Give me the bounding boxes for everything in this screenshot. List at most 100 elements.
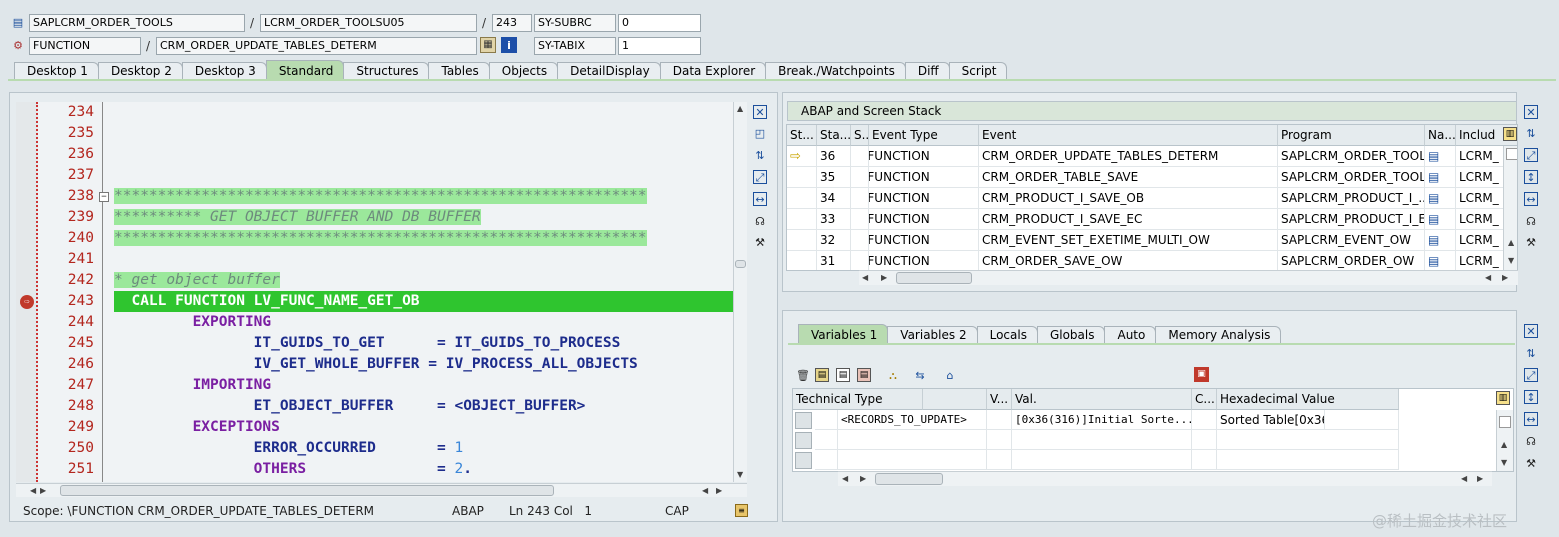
services-icon[interactable]: ⚒ bbox=[1524, 456, 1538, 470]
navigate-icon[interactable]: ▤ bbox=[1428, 170, 1439, 184]
stack-vscrollbar[interactable]: ▲ ▼ bbox=[1503, 146, 1517, 270]
tab-desktop-3[interactable]: Desktop 3 bbox=[181, 62, 267, 80]
event-name[interactable]: CRM_ORDER_UPDATE_TABLES_DETERM bbox=[979, 146, 1278, 167]
scroll-box[interactable] bbox=[1499, 416, 1511, 428]
scroll-right-icon[interactable]: ▶ bbox=[881, 273, 887, 282]
transfer-icon[interactable]: ⇆ bbox=[912, 368, 928, 382]
variables-vscrollbar[interactable]: ▲ ▼ bbox=[1496, 410, 1513, 471]
scroll-right-icon[interactable]: ▶ bbox=[860, 474, 866, 483]
code-line[interactable]: ********** GET OBJECT BUFFER AND DB BUFF… bbox=[114, 207, 481, 228]
swap-tool-icon[interactable]: ⇅ bbox=[753, 148, 767, 162]
scroll-left-icon[interactable]: ◀ bbox=[1461, 474, 1467, 483]
scroll-right-icon[interactable]: ▶ bbox=[1502, 273, 1508, 282]
program-name[interactable]: SAPLCRM_ORDER_OW bbox=[1278, 251, 1425, 270]
navigate-icon[interactable]: ▤ bbox=[1428, 191, 1439, 205]
hscroll-thumb[interactable] bbox=[875, 473, 943, 485]
hierarchy-icon[interactable]: ⛬ bbox=[885, 368, 901, 382]
var-tab-variables-1[interactable]: Variables 1 bbox=[798, 324, 889, 344]
code-line[interactable]: ERROR_OCCURRED = 1 bbox=[114, 438, 464, 459]
scroll-right-icon[interactable]: ▶ bbox=[1477, 474, 1483, 483]
var-col-header[interactable]: Hexadecimal Value bbox=[1217, 389, 1399, 410]
program-name[interactable]: SAPLCRM_ORDER_TOOLS bbox=[1278, 167, 1425, 188]
tab-diff[interactable]: Diff bbox=[904, 62, 950, 80]
source-vscrollbar[interactable]: ▲ ▼ bbox=[733, 102, 747, 482]
program-name[interactable]: SAPLCRM_EVENT_OW bbox=[1278, 230, 1425, 251]
select-all-icon[interactable]: ▤ bbox=[815, 368, 829, 382]
event-name[interactable]: CRM_PRODUCT_I_SAVE_OB bbox=[979, 188, 1278, 209]
scroll-left-icon[interactable]: ◀ bbox=[30, 486, 36, 495]
scroll-up-icon[interactable]: ▲ bbox=[1508, 238, 1514, 247]
event-name[interactable]: CRM_ORDER_TABLE_SAVE bbox=[979, 167, 1278, 188]
var-tab-globals[interactable]: Globals bbox=[1036, 326, 1106, 344]
tab-desktop-2[interactable]: Desktop 2 bbox=[97, 62, 183, 80]
scroll-down-icon[interactable]: ▼ bbox=[1508, 256, 1514, 265]
variables-hscrollbar[interactable]: ◀ ▶ ◀ ▶ bbox=[838, 471, 1492, 486]
stack-col-header[interactable]: S... bbox=[851, 125, 869, 146]
hscroll-thumb[interactable] bbox=[60, 485, 554, 496]
var-tab-memory-analysis[interactable]: Memory Analysis bbox=[1155, 326, 1282, 344]
code-line[interactable]: IT_GUIDS_TO_GET = IT_GUIDS_TO_PROCESS bbox=[114, 333, 621, 354]
variable-name[interactable]: <RECORDS_TO_UPDATE> bbox=[838, 410, 987, 430]
code-line[interactable]: EXPORTING bbox=[114, 312, 272, 333]
tab-tables[interactable]: Tables bbox=[428, 62, 490, 80]
code-line[interactable]: CALL FUNCTION LV_FUNC_NAME_GET_OB bbox=[114, 291, 733, 312]
tab-structures[interactable]: Structures bbox=[343, 62, 430, 80]
navigate-icon[interactable]: ▤ bbox=[1428, 254, 1439, 268]
tab-objects[interactable]: Objects bbox=[488, 62, 559, 80]
breakpoint-gutter[interactable] bbox=[16, 102, 38, 482]
scroll-box[interactable] bbox=[1506, 148, 1517, 160]
tab-script[interactable]: Script bbox=[948, 62, 1008, 80]
source-hscrollbar[interactable]: ◀ ▶ ◀ ▶ bbox=[16, 483, 747, 497]
scroll-left-icon[interactable]: ◀ bbox=[1485, 273, 1491, 282]
maximize-icon[interactable]: ⤢ bbox=[753, 170, 767, 184]
maximize-icon[interactable]: ⤢ bbox=[1524, 148, 1538, 162]
source-editor[interactable]: 234 235 236 237 238 *************************… bbox=[16, 102, 733, 482]
stack-col-header[interactable]: Na... bbox=[1425, 125, 1456, 146]
event-name[interactable]: CRM_EVENT_SET_EXETIME_MULTI_OW bbox=[979, 230, 1278, 251]
expand-width-icon[interactable]: ↔ bbox=[1524, 412, 1538, 426]
stack-col-header[interactable]: Event Type bbox=[869, 125, 979, 146]
breakpoint-icon[interactable]: ⇨ bbox=[20, 295, 34, 309]
services-icon[interactable]: ⚒ bbox=[753, 235, 767, 249]
var-col-header[interactable]: C... bbox=[1192, 389, 1217, 410]
stack-col-header[interactable]: Program bbox=[1278, 125, 1425, 146]
tab-desktop-1[interactable]: Desktop 1 bbox=[14, 62, 99, 80]
scroll-left-icon[interactable]: ◀ bbox=[842, 474, 848, 483]
fold-toggle-icon[interactable]: − bbox=[99, 192, 109, 202]
tab-standard[interactable]: Standard bbox=[265, 60, 345, 80]
sysvar-value-field-2[interactable]: 1 bbox=[618, 37, 701, 55]
scroll-left-icon[interactable]: ◀ bbox=[702, 486, 708, 495]
headset-icon[interactable]: ☊ bbox=[1524, 214, 1538, 228]
scroll-right-icon[interactable]: ▶ bbox=[716, 486, 722, 495]
code-line[interactable]: ****************************************… bbox=[114, 228, 647, 249]
tab-break-watchpoints[interactable]: Break./Watchpoints bbox=[765, 62, 906, 80]
expand-height-icon[interactable]: ↕ bbox=[1524, 170, 1538, 184]
tab-data-explorer[interactable]: Data Explorer bbox=[659, 62, 767, 80]
stack-hscrollbar[interactable]: ◀ ▶ ◀ ▶ bbox=[859, 270, 1518, 285]
code-line[interactable]: ****************************************… bbox=[114, 186, 647, 207]
variable-value[interactable]: [0x36(316)]Initial Sorte... bbox=[1012, 410, 1192, 430]
column-layout-icon[interactable]: ▥ bbox=[1503, 127, 1517, 141]
tab-detaildisplay[interactable]: DetailDisplay bbox=[557, 62, 661, 80]
var-col-header[interactable]: Technical Type bbox=[793, 389, 923, 410]
event-name[interactable]: CRM_ORDER_SAVE_OW bbox=[979, 251, 1278, 270]
display-object-icon[interactable]: ▦ bbox=[480, 37, 496, 53]
code-line[interactable]: IV_GET_WHOLE_BUFFER = IV_PROCESS_ALL_OBJ… bbox=[114, 354, 638, 375]
close-icon[interactable]: ✕ bbox=[753, 105, 767, 119]
program-name[interactable]: SAPLCRM_PRODUCT_I_... bbox=[1278, 188, 1425, 209]
var-tab-auto[interactable]: Auto bbox=[1104, 326, 1157, 344]
new-tool-icon[interactable]: ◰ bbox=[753, 126, 767, 140]
var-tab-locals[interactable]: Locals bbox=[976, 326, 1038, 344]
navigate-icon[interactable]: ▤ bbox=[1428, 212, 1439, 226]
scroll-left-icon[interactable]: ◀ bbox=[862, 273, 868, 282]
scroll-right-icon[interactable]: ▶ bbox=[40, 486, 46, 495]
var-col-header[interactable]: V... bbox=[987, 389, 1012, 410]
delete-icon[interactable]: 🗑 bbox=[796, 368, 810, 382]
stack-col-header[interactable]: Sta... bbox=[817, 125, 851, 146]
expand-width-icon[interactable]: ↔ bbox=[1524, 192, 1538, 206]
close-icon[interactable]: ✕ bbox=[1524, 105, 1538, 119]
save-variables-icon[interactable]: ▤ bbox=[857, 368, 871, 382]
expand-width-icon[interactable]: ↔ bbox=[753, 192, 767, 206]
hscroll-thumb[interactable] bbox=[896, 272, 972, 284]
row-selector[interactable] bbox=[795, 432, 812, 449]
